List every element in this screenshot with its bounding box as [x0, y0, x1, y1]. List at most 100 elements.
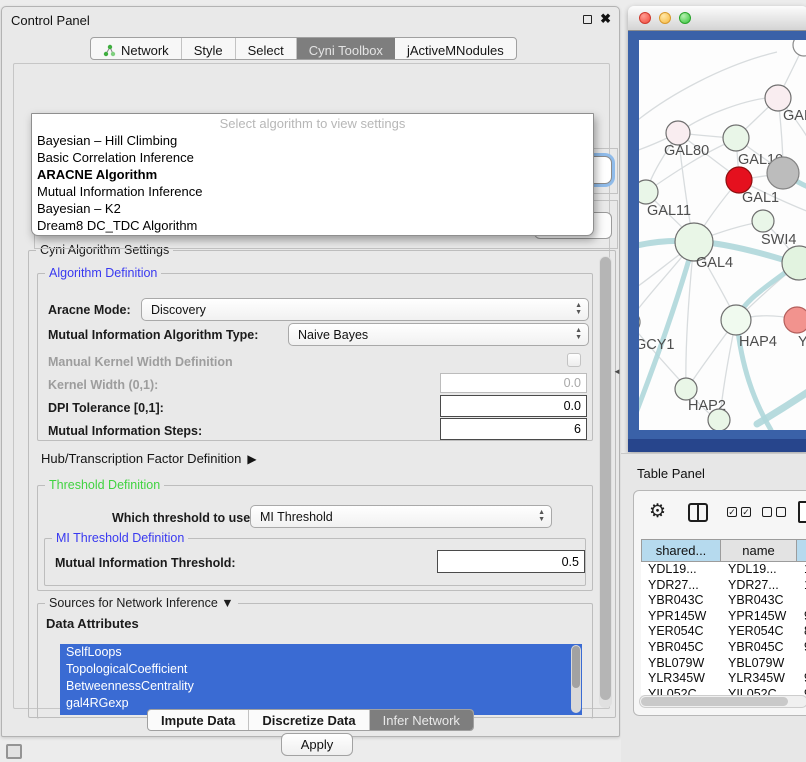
table-horizontal-scrollbar[interactable]	[639, 695, 806, 708]
split-collapse-arrow[interactable]: ◄	[613, 367, 621, 376]
column-header[interactable]	[797, 539, 806, 562]
deselect-all-checkbox-icon[interactable]	[762, 507, 772, 517]
close-traffic-light[interactable]	[639, 12, 651, 24]
data-attribute-item[interactable]: BetweennessCentrality	[60, 678, 582, 695]
table-cell: 9.	[797, 640, 806, 656]
table-row[interactable]: YDL19...YDL19...13	[641, 562, 806, 578]
mi-type-select[interactable]: Naive Bayes ▲▼	[288, 323, 589, 346]
network-edge[interactable]	[639, 322, 686, 387]
algorithm-option[interactable]: Dream8 DC_TDC Algorithm	[32, 218, 593, 235]
network-node[interactable]	[639, 180, 658, 204]
algorithm-option[interactable]: Basic Correlation Inference	[32, 150, 593, 167]
mi-threshold-definition-group: MI Threshold Definition Mutual Informati…	[44, 538, 586, 586]
minimized-panel-icon[interactable]	[6, 744, 22, 759]
attr-items: SelfLoopsTopologicalCoefficientBetweenne…	[60, 644, 582, 712]
tab-network[interactable]: Network	[91, 38, 182, 59]
table-cell: YBR045C	[641, 640, 721, 656]
kernel-width-field[interactable]: 0.0	[440, 373, 587, 393]
window-title: Control Panel	[11, 13, 90, 28]
network-canvas[interactable]: GALGAL80GAL10GAL1GAL11SWI4GAL4GCY1HAP4YH…	[639, 40, 806, 430]
float-window-icon[interactable]	[583, 15, 592, 24]
node-label: HAP4	[739, 334, 777, 350]
scrollbar-thumb[interactable]	[600, 257, 611, 700]
close-icon[interactable]: ✖	[600, 11, 611, 27]
settings-scrollbar[interactable]	[599, 256, 612, 708]
table-row[interactable]: YLR345WYLR345W9.	[641, 671, 806, 687]
columns-icon[interactable]	[688, 503, 708, 522]
bottom-tabbar: Impute Data Discretize Data Infer Networ…	[147, 709, 474, 731]
network-node[interactable]	[675, 378, 697, 400]
column-header[interactable]: name	[721, 539, 797, 562]
column-header[interactable]: shared...	[641, 539, 721, 562]
network-node[interactable]	[784, 307, 806, 333]
network-node[interactable]	[708, 409, 730, 430]
network-edge[interactable]	[639, 52, 777, 129]
network-node[interactable]	[723, 125, 749, 151]
network-node[interactable]	[666, 121, 690, 145]
zoom-traffic-light[interactable]	[679, 12, 691, 24]
network-node[interactable]	[767, 157, 799, 189]
table-row[interactable]: YER054CYER054C8.	[641, 624, 806, 640]
table-row[interactable]: YBR045CYBR045C9.	[641, 640, 806, 656]
algorithm-option[interactable]: Mutual Information Inference	[32, 184, 593, 201]
hub-definition-expander[interactable]: Hub/Transcription Factor Definition▶	[41, 451, 257, 466]
node-table: shared... name YDL19...YDL19...13YDR27..…	[641, 539, 806, 695]
algorithm-option[interactable]: Bayesian – Hill Climbing	[32, 133, 593, 150]
select-all-checkbox-icon[interactable]: ✓	[727, 507, 737, 517]
data-attribute-item[interactable]: SelfLoops	[60, 644, 582, 661]
scrollbar-thumb[interactable]	[572, 646, 580, 688]
aracne-mode-label: Aracne Mode:	[48, 303, 131, 317]
tab-select[interactable]: Select	[236, 38, 297, 59]
tab-label: Select	[248, 43, 284, 58]
minimize-traffic-light[interactable]	[659, 12, 671, 24]
network-node[interactable]	[793, 40, 806, 56]
mi-threshold-field[interactable]: 0.5	[437, 550, 585, 573]
dpi-tolerance-field[interactable]: 0.0	[440, 395, 587, 417]
network-node[interactable]	[639, 311, 640, 333]
tab-infer-network[interactable]: Infer Network	[370, 710, 473, 730]
sources-group-title[interactable]: Sources for Network Inference ▼	[45, 596, 238, 610]
tab-style[interactable]: Style	[182, 38, 236, 59]
table-cell: YPR145W	[641, 609, 721, 625]
network-view-window: GALGAL80GAL10GAL1GAL11SWI4GAL4GCY1HAP4YH…	[628, 6, 806, 452]
tab-impute-data[interactable]: Impute Data	[148, 710, 249, 730]
tab-cyni-toolbox[interactable]: Cyni Toolbox	[297, 38, 395, 59]
algorithm-option[interactable]: ARACNE Algorithm	[32, 167, 593, 184]
mi-threshold-label: Mutual Information Threshold:	[55, 556, 236, 570]
data-attribute-item[interactable]: TopologicalCoefficient	[60, 661, 582, 678]
network-node[interactable]	[721, 305, 751, 335]
network-edge[interactable]	[757, 386, 806, 424]
table-cell: YDL19...	[641, 562, 721, 578]
apply-button[interactable]: Apply	[281, 733, 353, 756]
table-row[interactable]: YBL079WYBL079W	[641, 656, 806, 672]
table-cell: 8.	[797, 624, 806, 640]
aracne-mode-select[interactable]: Discovery ▲▼	[141, 298, 589, 321]
kernel-width-label: Kernel Width (0,1):	[48, 378, 158, 392]
table-row[interactable]: YBR043CYBR043C	[641, 593, 806, 609]
table-row[interactable]: YIL052CYIL052C9.	[641, 687, 806, 695]
tab-discretize-data[interactable]: Discretize Data	[249, 710, 369, 730]
table-row[interactable]: YDR27...YDR27...12	[641, 578, 806, 594]
table-toolbar: ⚙ ✓ ✓	[634, 491, 806, 533]
node-label: GAL1	[742, 190, 779, 206]
algorithm-option[interactable]: Bayesian – K2	[32, 201, 593, 218]
network-icon	[103, 44, 116, 57]
node-table-card: ⚙ ✓ ✓ shared... name YDL19...YDL19...13Y…	[633, 490, 806, 716]
table-cell: YER054C	[641, 624, 721, 640]
mi-steps-field[interactable]: 6	[440, 418, 587, 440]
node-label: GCY1	[639, 337, 675, 353]
scrollbar-thumb[interactable]	[641, 697, 788, 706]
attributes-scrollbar[interactable]	[571, 645, 581, 713]
which-threshold-select[interactable]: MI Threshold ▲▼	[250, 505, 552, 528]
table-row[interactable]: YPR145WYPR145W9.	[641, 609, 806, 625]
new-table-icon[interactable]	[798, 501, 806, 523]
network-node[interactable]	[752, 210, 774, 232]
table-cell: YDR27...	[641, 578, 721, 594]
algorithm-list: Bayesian – Hill ClimbingBasic Correlatio…	[32, 133, 593, 234]
network-edge[interactable]	[678, 98, 767, 133]
select-all-checkbox-icon[interactable]: ✓	[741, 507, 751, 517]
gear-icon[interactable]: ⚙	[649, 500, 666, 523]
tab-jactivemnodules[interactable]: jActiveMNodules	[395, 38, 516, 59]
manual-kernel-checkbox[interactable]	[567, 353, 581, 367]
deselect-all-checkbox-icon[interactable]	[776, 507, 786, 517]
